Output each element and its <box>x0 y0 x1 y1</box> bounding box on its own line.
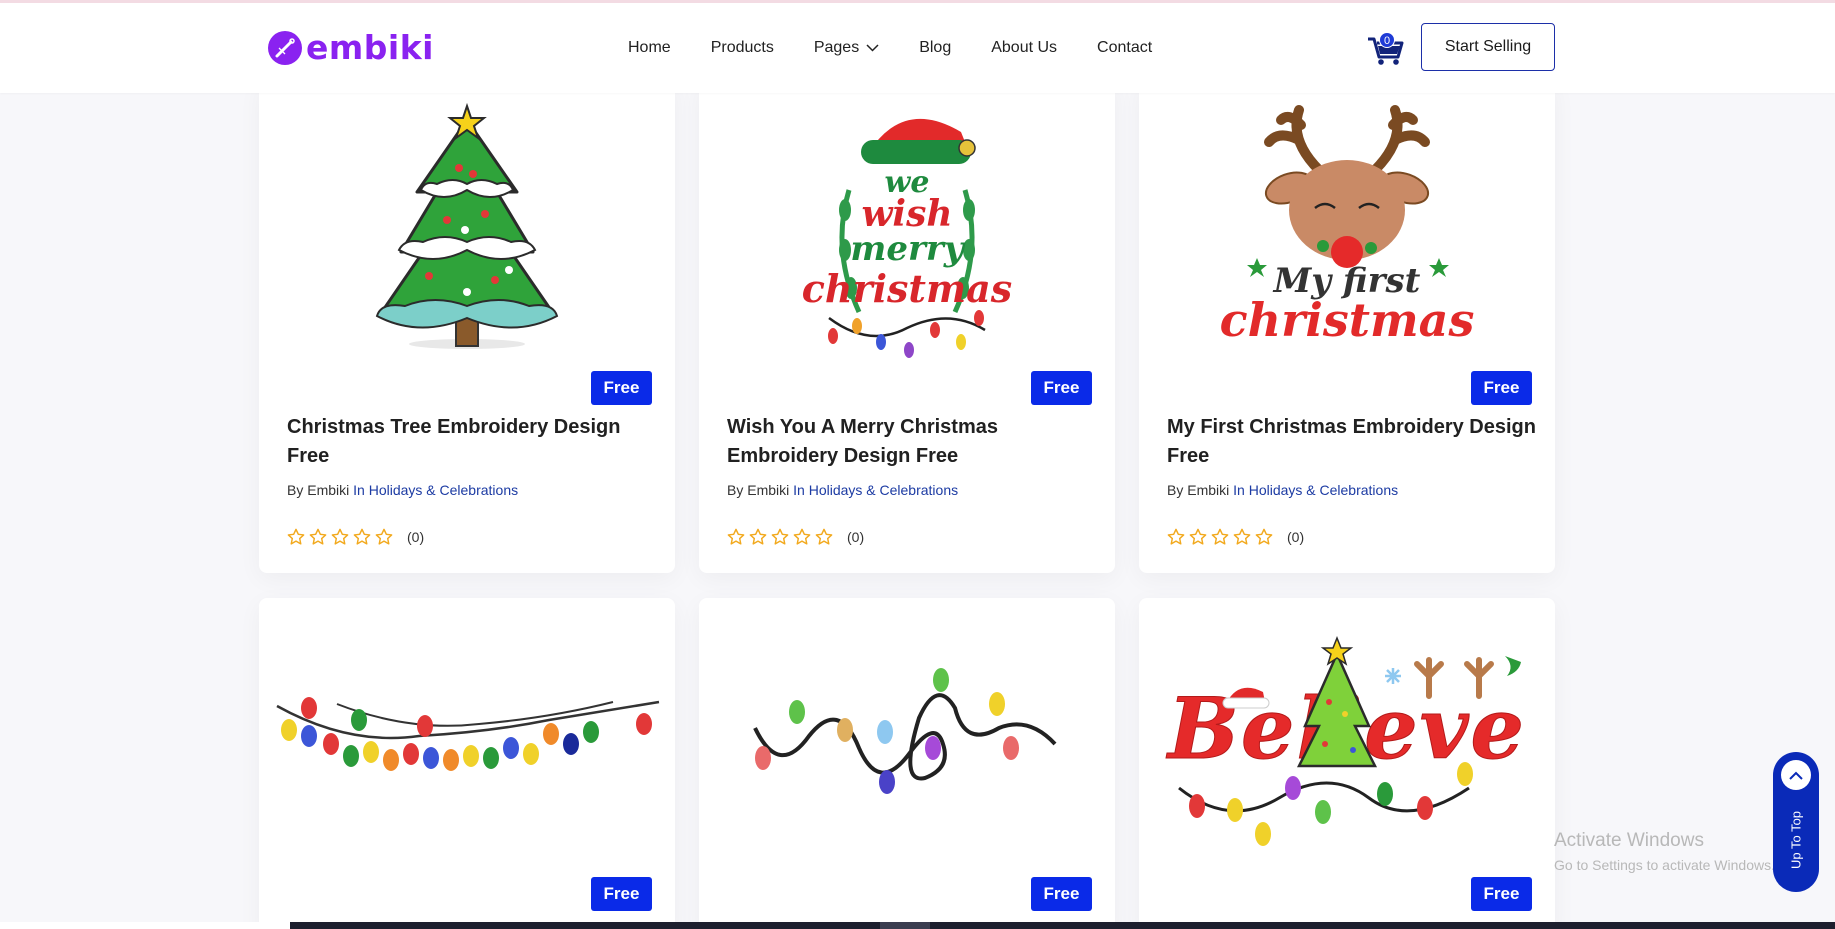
taskbar-search-strip <box>0 922 290 929</box>
star-outline-icon <box>771 528 789 545</box>
product-title[interactable]: Christmas Tree Embroidery Design Free <box>287 413 657 471</box>
star-outline-icon <box>727 528 745 545</box>
category-link[interactable]: In Holidays & Celebrations <box>1233 482 1398 498</box>
christmas-lights-loop-image[interactable] <box>699 598 1115 888</box>
christmas-text: christmas <box>1220 293 1475 347</box>
free-badge[interactable]: Free <box>1471 877 1532 911</box>
nav-home[interactable]: Home <box>628 39 671 57</box>
star-outline-icon <box>331 528 349 545</box>
star-outline-icon <box>309 528 327 545</box>
free-badge[interactable]: Free <box>591 877 652 911</box>
product-card[interactable]: we wish merry christmas Free Wish You A … <box>699 80 1115 573</box>
logo-text: embiki <box>306 28 434 67</box>
star-outline-icon <box>1189 528 1207 545</box>
my-first-christmas-image[interactable]: My first christmas <box>1139 80 1555 370</box>
product-title[interactable]: My First Christmas Embroidery Design Fre… <box>1167 413 1537 471</box>
review-count: (0) <box>1287 529 1305 545</box>
nav-contact[interactable]: Contact <box>1097 39 1152 57</box>
product-card[interactable]: My first christmas Free My First Christm… <box>1139 80 1555 573</box>
chevron-down-icon <box>866 44 879 52</box>
nav-blog[interactable]: Blog <box>919 39 951 57</box>
christmas-text: christmas <box>802 266 1012 311</box>
product-card[interactable]: Free <box>259 598 675 929</box>
star-outline-icon <box>749 528 767 545</box>
review-count: (0) <box>407 529 425 545</box>
by-label: By <box>1167 482 1184 498</box>
star-outline-icon <box>793 528 811 545</box>
activate-windows-watermark: Activate Windows Go to Settings to activ… <box>1554 830 1775 873</box>
product-card[interactable]: Believe Free <box>1139 598 1555 929</box>
product-meta: By Embiki In Holidays & Celebrations <box>727 482 958 498</box>
nav-pages-label: Pages <box>813 39 860 56</box>
star-rating: (0) <box>1167 528 1304 546</box>
taskbar-strip <box>0 922 1835 929</box>
logo[interactable]: embiki <box>268 31 434 65</box>
christmas-lights-garland-image[interactable] <box>259 598 675 888</box>
merry-text: merry <box>850 229 965 269</box>
star-outline-icon <box>1233 528 1251 545</box>
nav-products[interactable]: Products <box>711 39 774 57</box>
up-to-top-button[interactable]: Up To Top <box>1773 752 1819 892</box>
up-to-top-label: Up To Top <box>1788 810 1804 870</box>
taskbar-active-segment <box>880 922 930 929</box>
christmas-tree-image[interactable] <box>259 80 675 370</box>
free-badge[interactable]: Free <box>1031 877 1092 911</box>
cart-button[interactable]: 0 <box>1366 29 1406 69</box>
star-outline-icon <box>287 528 305 545</box>
star-outline-icon <box>1211 528 1229 545</box>
star-outline-icon <box>353 528 371 545</box>
main-nav: Home Products Pages Blog About Us Contac… <box>628 3 1192 93</box>
category-link[interactable]: In Holidays & Celebrations <box>353 482 518 498</box>
category-link[interactable]: In Holidays & Celebrations <box>793 482 958 498</box>
author-link[interactable]: Embiki <box>747 482 789 498</box>
free-badge[interactable]: Free <box>1031 371 1092 405</box>
product-meta: By Embiki In Holidays & Celebrations <box>1167 482 1398 498</box>
star-rating: (0) <box>287 528 424 546</box>
author-link[interactable]: Embiki <box>307 482 349 498</box>
star-outline-icon <box>375 528 393 545</box>
product-meta: By Embiki In Holidays & Celebrations <box>287 482 518 498</box>
start-selling-button[interactable]: Start Selling <box>1421 23 1555 71</box>
by-label: By <box>727 482 744 498</box>
nav-pages[interactable]: Pages <box>814 39 879 57</box>
free-badge[interactable]: Free <box>1471 371 1532 405</box>
activate-windows-title: Activate Windows <box>1554 830 1704 851</box>
product-title[interactable]: Wish You A Merry Christmas Embroidery De… <box>727 413 1097 471</box>
star-outline-icon <box>1167 528 1185 545</box>
cart-count-badge: 0 <box>1379 32 1395 48</box>
nav-about-us[interactable]: About Us <box>991 39 1057 57</box>
believe-image[interactable]: Believe <box>1139 598 1555 888</box>
free-badge[interactable]: Free <box>591 371 652 405</box>
site-header: embiki Home Products Pages Blog About Us… <box>0 3 1835 93</box>
we-wish-merry-christmas-image[interactable]: we wish merry christmas <box>699 80 1115 370</box>
product-card[interactable]: Free <box>699 598 1115 929</box>
star-outline-icon <box>1255 528 1273 545</box>
chevron-up-icon <box>1781 760 1811 790</box>
product-card[interactable]: Free Christmas Tree Embroidery Design Fr… <box>259 80 675 573</box>
by-label: By <box>287 482 304 498</box>
needle-logo-icon <box>268 31 302 65</box>
activate-windows-subtitle: Go to Settings to activate Windows. <box>1554 857 1775 873</box>
star-rating: (0) <box>727 528 864 546</box>
star-outline-icon <box>815 528 833 545</box>
review-count: (0) <box>847 529 865 545</box>
author-link[interactable]: Embiki <box>1187 482 1229 498</box>
